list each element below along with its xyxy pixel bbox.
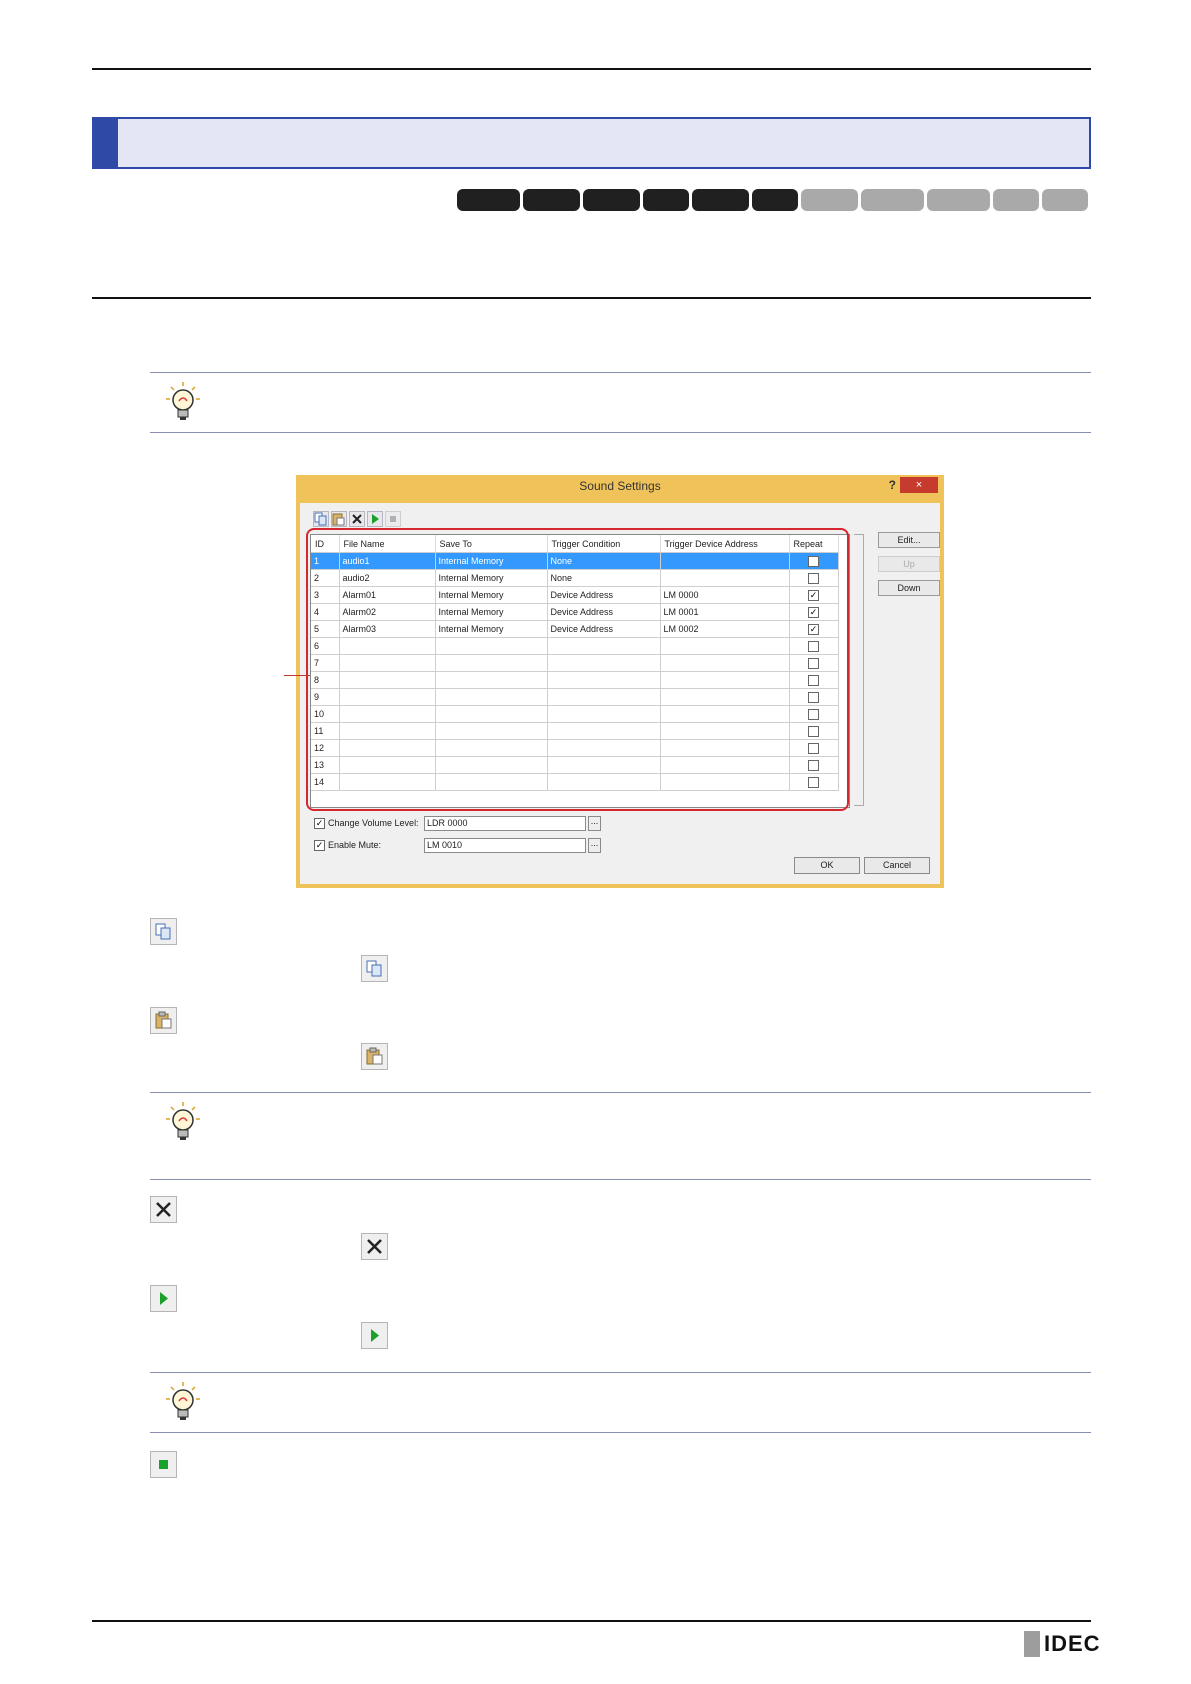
stop-toolbar-button[interactable] <box>385 511 401 527</box>
stop-item-icon <box>150 1451 177 1478</box>
footer-rule <box>92 1620 1091 1622</box>
lightbulb-tip-icon <box>162 1100 204 1144</box>
enable-mute-checkbox[interactable]: ✓ <box>314 840 325 852</box>
enable-mute-option[interactable]: ✓ Enable Mute: <box>314 840 382 852</box>
ok-button[interactable]: OK <box>794 857 860 874</box>
copy-item-icon <box>150 918 177 945</box>
model-chip <box>993 189 1039 211</box>
play-toolbar-button[interactable] <box>367 511 383 527</box>
paste-toolbar-button[interactable] <box>331 511 347 527</box>
copy-inline-icon <box>361 955 388 982</box>
enable-mute-browse-button[interactable]: ... <box>588 838 601 853</box>
model-chip <box>752 189 798 211</box>
paste-icon <box>155 1011 172 1029</box>
model-chips <box>457 189 1088 211</box>
copy-icon <box>366 960 382 977</box>
down-button[interactable]: Down <box>878 580 940 596</box>
grid-highlight-outline <box>306 528 849 811</box>
tip-rule-top <box>150 1372 1091 1373</box>
play-icon <box>160 1292 168 1305</box>
tip-rule-top <box>150 372 1091 373</box>
paste-inline-icon <box>361 1043 388 1070</box>
delete-icon <box>352 514 362 524</box>
tip-rule-top <box>150 1092 1091 1093</box>
idec-logo: IDEC <box>1024 1631 1101 1657</box>
logo-mark <box>1024 1631 1040 1657</box>
model-chip <box>801 189 858 211</box>
lightbulb-tip-icon <box>162 1380 204 1424</box>
copy-toolbar-button[interactable] <box>313 511 329 527</box>
model-chip <box>927 189 990 211</box>
section-rule <box>92 297 1091 299</box>
logo-text: IDEC <box>1044 1631 1101 1656</box>
stop-icon <box>159 1460 168 1469</box>
model-chip <box>1042 189 1088 211</box>
paste-icon <box>332 513 345 526</box>
callout-line <box>284 675 310 676</box>
tip-rule-bottom <box>150 432 1091 433</box>
model-chip <box>457 189 520 211</box>
edit-button[interactable]: Edit... <box>878 532 940 548</box>
play-item-icon <box>150 1285 177 1312</box>
title-band-accent <box>92 117 118 169</box>
change-volume-option[interactable]: ✓ Change Volume Level: <box>314 818 419 830</box>
model-chip <box>643 189 689 211</box>
change-volume-checkbox[interactable]: ✓ <box>314 818 325 830</box>
delete-item-icon <box>150 1196 177 1223</box>
change-volume-label: Change Volume Level: <box>328 818 419 828</box>
paste-icon <box>366 1047 383 1065</box>
header-rule <box>92 68 1091 70</box>
paste-item-icon <box>150 1007 177 1034</box>
delete-inline-icon <box>361 1233 388 1260</box>
cancel-button[interactable]: Cancel <box>864 857 930 874</box>
copy-icon <box>314 512 327 526</box>
copy-icon <box>155 923 171 940</box>
play-icon <box>372 514 379 524</box>
stop-icon <box>390 516 396 522</box>
help-button[interactable]: ? <box>889 478 896 492</box>
model-chip <box>861 189 924 211</box>
grid-scrollbar[interactable] <box>854 534 864 806</box>
enable-mute-label: Enable Mute: <box>328 840 382 850</box>
model-chip <box>692 189 749 211</box>
play-inline-icon <box>361 1322 388 1349</box>
lightbulb-tip-icon <box>162 380 204 424</box>
sound-settings-dialog: Sound Settings ? × ID File Name Save To Tri… <box>296 475 944 888</box>
tip-rule-bottom <box>150 1179 1091 1180</box>
change-volume-browse-button[interactable]: ... <box>588 816 601 831</box>
delete-toolbar-button[interactable] <box>349 511 365 527</box>
model-chip <box>583 189 640 211</box>
play-icon <box>371 1329 379 1342</box>
delete-icon <box>367 1239 382 1254</box>
enable-mute-field[interactable]: LM 0010 <box>424 838 586 853</box>
delete-icon <box>156 1202 171 1217</box>
tip-rule-bottom <box>150 1432 1091 1433</box>
dialog-title: Sound Settings <box>579 479 661 493</box>
up-button[interactable]: Up <box>878 556 940 572</box>
model-chip <box>523 189 580 211</box>
section-title-band <box>92 117 1091 169</box>
close-button[interactable]: × <box>900 477 938 493</box>
change-volume-field[interactable]: LDR 0000 <box>424 816 586 831</box>
